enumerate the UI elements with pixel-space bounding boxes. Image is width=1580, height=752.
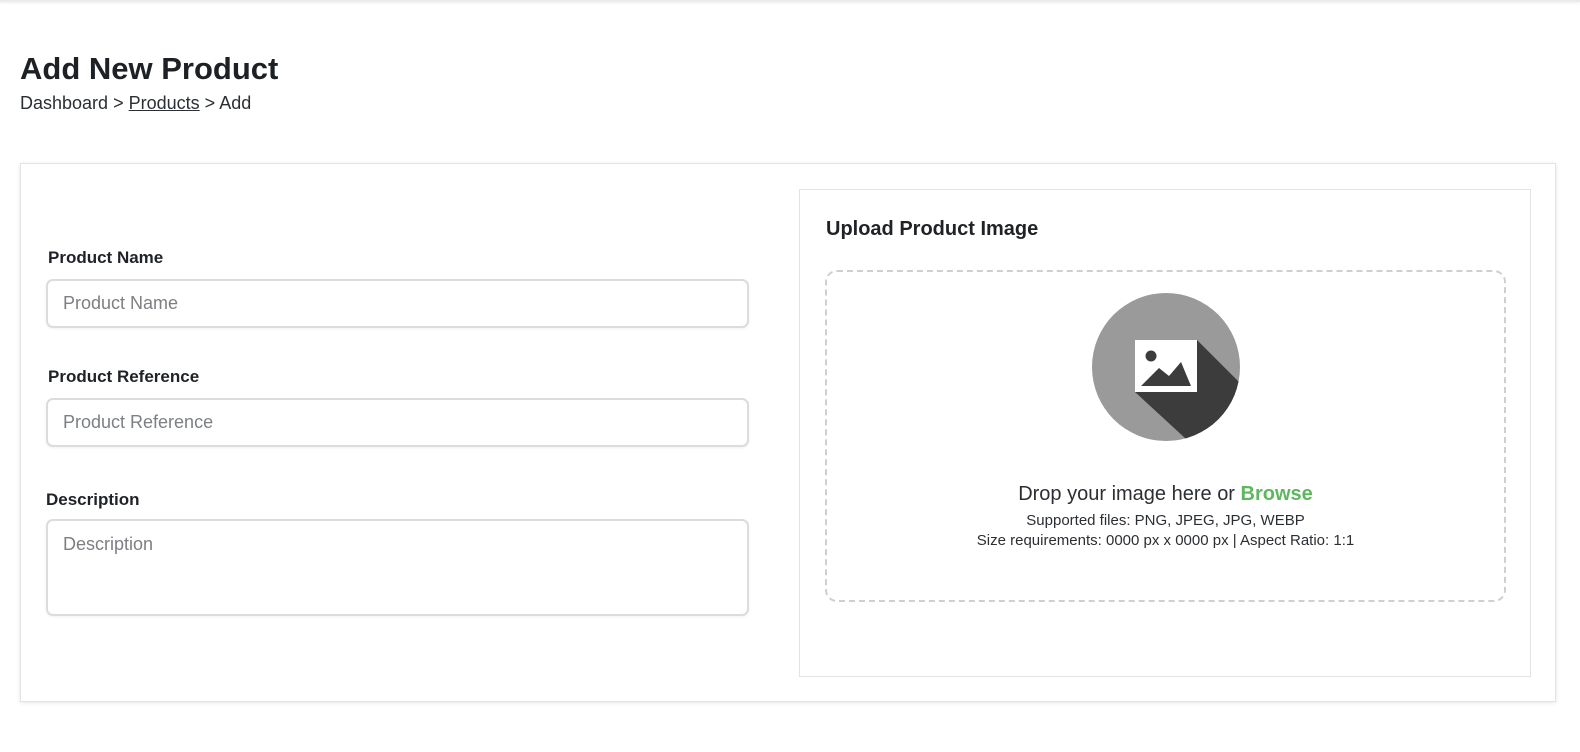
product-reference-input[interactable]: [46, 398, 749, 447]
size-requirements-text: Size requirements: 0000 px x 0000 px | A…: [976, 532, 1355, 549]
upload-panel: Upload Product Image Drop your image her…: [799, 189, 1531, 677]
breadcrumb-current: Add: [219, 93, 252, 113]
image-dropzone[interactable]: Drop your image here or Browse Supported…: [825, 270, 1506, 602]
breadcrumb-separator: >: [204, 93, 216, 113]
breadcrumb: Dashboard > Products > Add: [20, 91, 278, 115]
supported-files-text: Supported files: PNG, JPEG, JPG, WEBP: [1026, 512, 1305, 529]
description-label: Description: [46, 490, 140, 509]
description-textarea[interactable]: [46, 519, 749, 616]
breadcrumb-products-link[interactable]: Products: [129, 93, 200, 113]
drop-text: Drop your image here or: [1018, 483, 1235, 505]
breadcrumb-dashboard: Dashboard: [20, 93, 109, 113]
browse-link[interactable]: Browse: [1241, 483, 1313, 505]
drop-instructions: Drop your image here or Browse: [827, 483, 1504, 506]
product-name-input[interactable]: [46, 279, 749, 328]
product-reference-label: Product Reference: [48, 367, 200, 386]
product-form-card: Product Name Product Reference Descripti…: [20, 163, 1556, 702]
upload-title: Upload Product Image: [826, 218, 1039, 240]
page-header: Add New Product Dashboard > Products > A…: [20, 50, 278, 115]
breadcrumb-separator: >: [113, 93, 124, 113]
image-placeholder-icon: [1092, 293, 1240, 441]
page-title: Add New Product: [20, 51, 279, 86]
top-divider: [0, 0, 1580, 2]
product-name-label: Product Name: [48, 248, 164, 267]
